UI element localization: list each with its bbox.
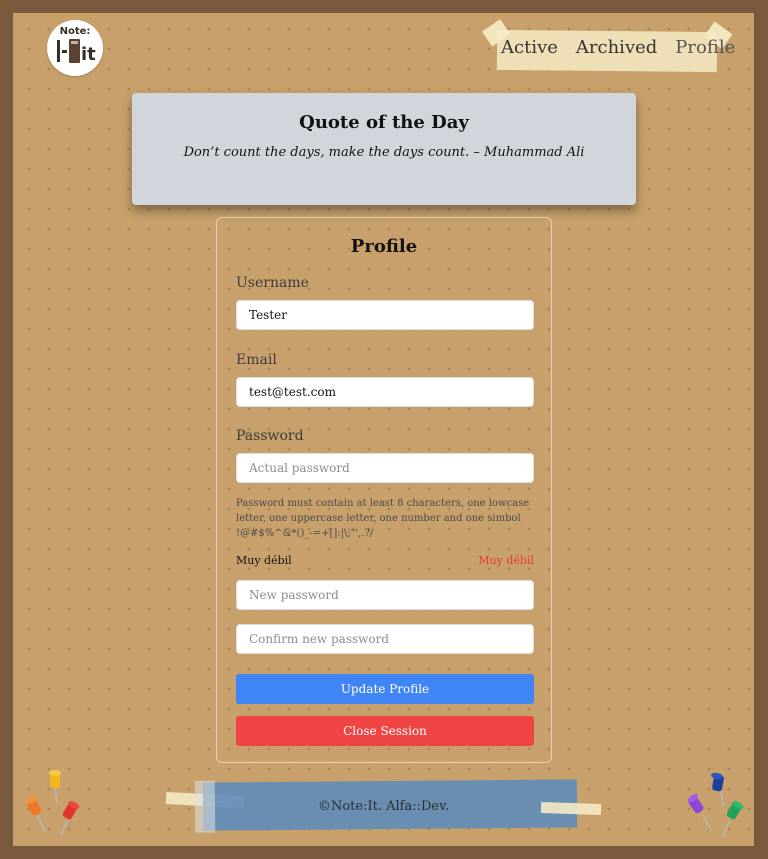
username-input[interactable] xyxy=(236,300,534,330)
logo[interactable]: Note: it xyxy=(47,20,103,76)
main-nav: Active Archived Profile xyxy=(501,37,753,58)
password-strength-indicator: Muy débil xyxy=(478,554,534,567)
quote-text: Don’t count the days, make the days coun… xyxy=(183,145,585,160)
password-hint: Password must contain at least 8 charact… xyxy=(236,498,530,539)
svg-text:it: it xyxy=(81,44,96,65)
corkboard: Note: it Active Archived Profile Quote o… xyxy=(13,13,754,846)
pushpin-icon xyxy=(25,770,80,836)
quote-card: Quote of the Day Don’t count the days, m… xyxy=(132,93,636,205)
password-label: Password xyxy=(236,428,304,444)
footer-text: ©Note:It. Alfa::Dev. xyxy=(317,799,450,814)
logo-note-text: Note: xyxy=(59,26,91,37)
update-profile-button[interactable]: Update Profile xyxy=(236,674,534,704)
password-strength-label: Muy débil xyxy=(236,554,292,567)
quote-title: Quote of the Day xyxy=(299,112,469,133)
profile-form: Profile Username Email Password Password… xyxy=(216,217,552,763)
username-label: Username xyxy=(236,275,309,291)
nav-archived[interactable]: Archived xyxy=(576,37,665,58)
logo-icon: it xyxy=(57,39,96,65)
nav-active[interactable]: Active xyxy=(501,37,566,58)
actual-password-input[interactable] xyxy=(236,453,534,483)
email-input[interactable] xyxy=(236,377,534,407)
pushpin-icon xyxy=(687,772,744,838)
new-password-input[interactable] xyxy=(236,580,534,610)
profile-title: Profile xyxy=(350,236,418,257)
email-label: Email xyxy=(236,352,277,368)
nav-profile[interactable]: Profile xyxy=(675,37,743,58)
close-session-button[interactable]: Close Session xyxy=(236,716,534,746)
confirm-password-input[interactable] xyxy=(236,624,534,654)
